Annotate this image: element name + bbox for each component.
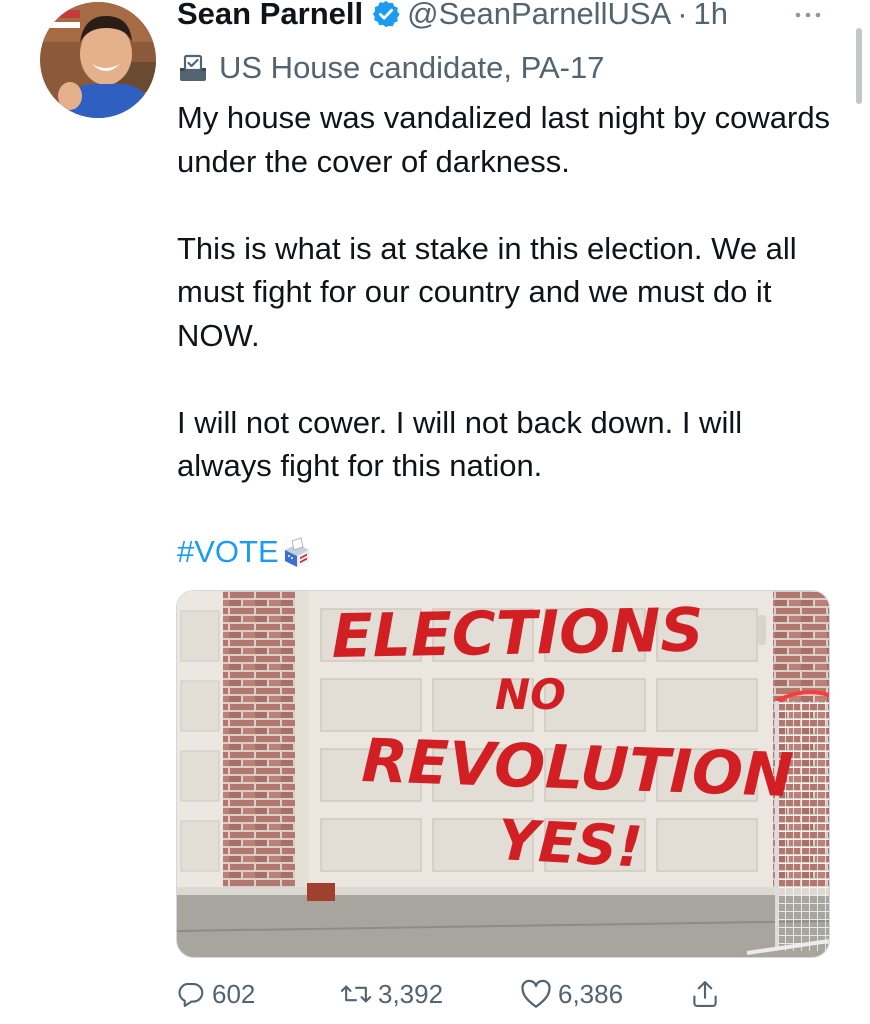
like-count: 6,386 <box>558 978 624 1009</box>
label-text: US House candidate, PA-17 <box>219 50 605 85</box>
more-icon[interactable] <box>790 6 826 24</box>
hashtag-row: #VOTE <box>177 530 313 574</box>
tweet-paragraph-2: This is what is at stake in this electio… <box>177 230 797 353</box>
reply-button[interactable]: 602 <box>176 972 255 1016</box>
candidate-label[interactable]: US House candidate, PA-17 <box>177 46 604 90</box>
verified-badge-icon <box>372 0 400 28</box>
retweet-count: 3,392 <box>378 978 444 1009</box>
tweet-text: My house was vandalized last night by co… <box>177 96 837 488</box>
tweet-image[interactable]: ELECTIONS NO REVOLUTION YES! <box>176 590 830 958</box>
retweet-icon <box>340 985 372 1003</box>
share-icon <box>693 981 717 1007</box>
tweet-actions: 602 3,392 6,386 <box>176 972 736 1016</box>
tweet-paragraph-3: I will not cower. I will not back down. … <box>177 404 743 484</box>
author-name[interactable]: Sean Parnell <box>177 0 363 36</box>
tweet-paragraph-1: My house was vandalized last night by co… <box>177 100 831 179</box>
vandalized-garage-photo: ELECTIONS NO REVOLUTION YES! <box>177 591 829 957</box>
reply-count: 602 <box>212 978 256 1009</box>
avatar-photo <box>40 2 156 118</box>
graffiti-line-4: YES! <box>496 808 644 880</box>
hashtag-link[interactable]: #VOTE <box>177 534 279 570</box>
ballot-box-emoji-icon <box>284 537 309 567</box>
tweet-time[interactable]: 1h <box>694 0 728 36</box>
avatar[interactable] <box>40 2 156 118</box>
like-button[interactable]: 6,386 <box>520 972 623 1016</box>
graffiti-line-2: NO <box>495 670 566 719</box>
share-button[interactable] <box>690 972 726 1016</box>
retweet-button[interactable]: 3,392 <box>340 972 443 1016</box>
author-handle[interactable]: @SeanParnellUSA <box>407 0 671 36</box>
ballot-box-icon <box>180 54 206 81</box>
graffiti-line-1: ELECTIONS <box>331 596 704 672</box>
separator-dot: · <box>677 0 688 31</box>
scrollbar[interactable] <box>856 28 862 104</box>
tweet-header: Sean Parnell @SeanParnellUSA · 1h <box>177 0 728 36</box>
heart-icon <box>521 979 551 1008</box>
reply-icon <box>178 982 204 1007</box>
